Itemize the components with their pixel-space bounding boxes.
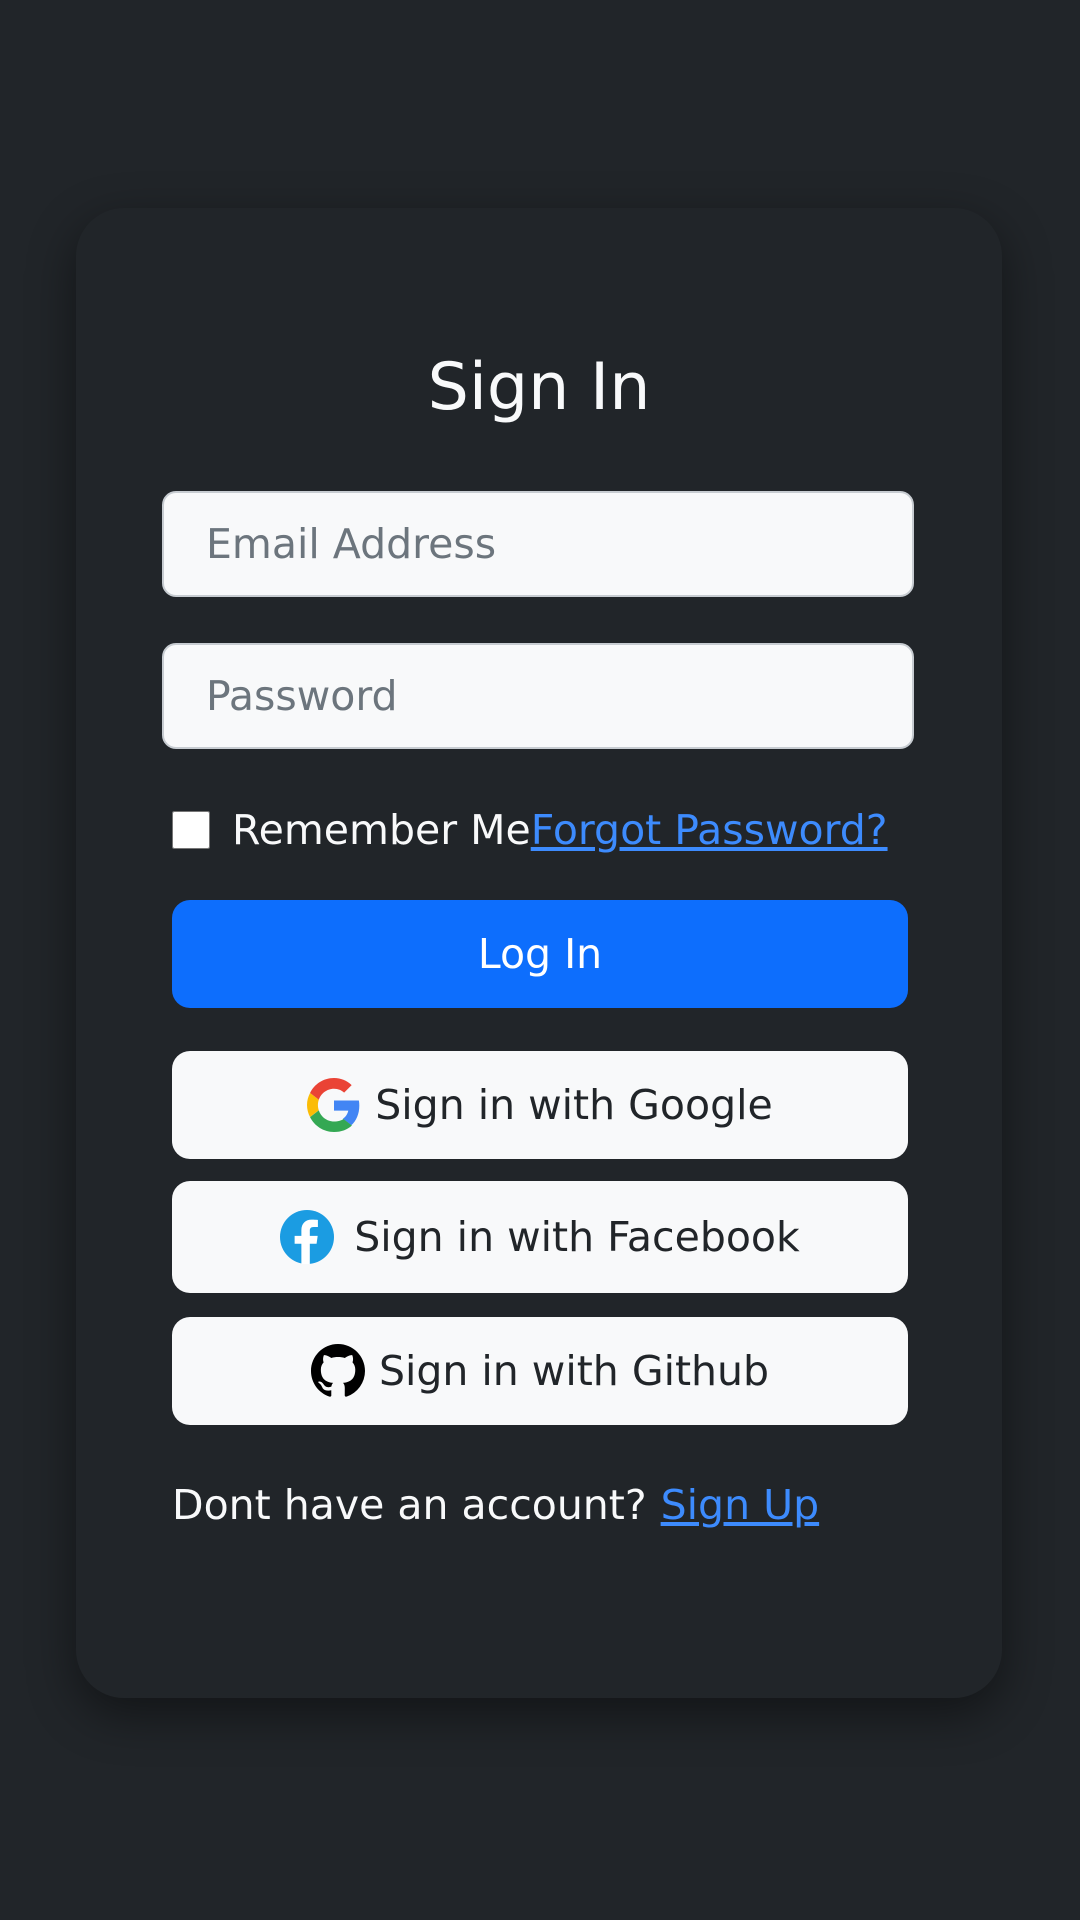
remember-me-label[interactable]: Remember Me <box>232 806 531 854</box>
signup-link[interactable]: Sign Up <box>661 1481 820 1529</box>
google-signin-button[interactable]: Sign in with Google <box>172 1051 908 1159</box>
facebook-icon <box>280 1210 335 1264</box>
sign-in-card: Sign In Remember Me Forgot Password? Log… <box>76 208 1002 1698</box>
google-icon <box>307 1078 361 1132</box>
google-signin-label: Sign in with Google <box>375 1081 773 1129</box>
github-icon <box>310 1344 365 1398</box>
signup-prompt-text: Dont have an account? <box>172 1481 647 1529</box>
login-button-label: Log In <box>477 930 603 978</box>
login-button[interactable]: Log In <box>172 900 908 1008</box>
email-input[interactable] <box>162 491 914 597</box>
remember-me-checkbox[interactable] <box>172 811 210 849</box>
remember-forgot-row: Remember Me Forgot Password? <box>172 795 908 865</box>
github-signin-label: Sign in with Github <box>378 1347 770 1395</box>
facebook-signin-button[interactable]: Sign in with Facebook <box>172 1181 908 1293</box>
password-input[interactable] <box>162 643 914 749</box>
github-signin-button[interactable]: Sign in with Github <box>172 1317 908 1425</box>
signup-prompt: Dont have an account? Sign Up <box>172 1470 819 1540</box>
forgot-password-link[interactable]: Forgot Password? <box>531 806 888 854</box>
page-title: Sign In <box>427 350 651 425</box>
facebook-signin-label: Sign in with Facebook <box>354 1213 800 1261</box>
